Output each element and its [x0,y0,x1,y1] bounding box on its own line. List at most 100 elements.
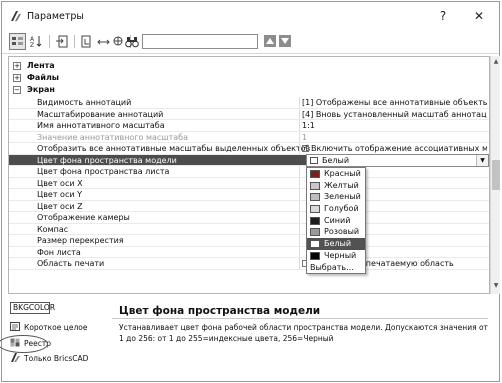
property-value[interactable]: [4] Вновь установленный масштаб аннотаци… [302,110,487,119]
dropdown-item-label: Белый [324,239,352,249]
color-combobox[interactable]: Белый ▼ [306,154,489,167]
property-row[interactable]: Фон листа [9,246,489,258]
description-text: Устанавливает цвет фона рабочей области … [119,323,488,343]
column-divider [299,166,300,177]
color-swatch [310,251,320,260]
dropdown-item-blue[interactable]: Синий [307,215,365,227]
property-row[interactable]: Видимость аннотаций [1] Отображены все а… [9,97,489,109]
close-button[interactable]: ✕ [466,6,492,26]
property-value[interactable]: [1] Отображены все аннотативные объекты [302,98,487,107]
scroll-down-icon[interactable]: ▼ [492,282,500,292]
column-divider [299,223,300,234]
property-name: Область печати [37,259,105,268]
toolbar-separator [49,35,50,48]
dropdown-item-green[interactable]: Зеленый [307,191,365,203]
arrow-up-icon [266,38,274,44]
column-divider [299,235,300,246]
alphabetical-view-icon: A Z [30,36,42,48]
import-button[interactable] [54,33,71,50]
variable-name: BKGCOLOR [10,302,55,314]
integer-type-icon [10,322,20,331]
variable-type-label: Короткое целое [24,323,88,332]
category-label: Экран [27,85,55,94]
checkbox-icon[interactable] [302,144,309,152]
property-row[interactable]: Размер перекрестия [9,235,489,247]
property-row[interactable]: Цвет фона пространства листа [9,166,489,178]
vertical-scrollbar[interactable]: ▲ ▼ [490,56,500,294]
help-button[interactable]: ? [430,6,456,26]
title-bar: Параметры ? ✕ [2,2,499,30]
property-row[interactable]: Цвет оси Z [9,200,489,212]
chevron-down-icon[interactable]: ▼ [476,155,488,166]
property-name: Фон листа [37,247,81,257]
property-row[interactable]: Имя аннотативного масштаба 1:1 [9,120,489,132]
settings-window: Параметры ? ✕ A Z + Лента + Файлы − Экра… [0,1,500,382]
property-row[interactable]: Масштабирование аннотаций [4] Вновь уста… [9,108,489,120]
import-icon [56,35,68,48]
binoculars-icon [125,36,139,47]
column-divider [299,189,300,200]
property-row[interactable]: Компас [9,223,489,235]
find-button[interactable] [123,33,141,50]
color-swatch [310,240,320,249]
toolbar: A Z [2,30,499,54]
property-name: Отобразить все аннотативные масштабы выд… [37,144,311,153]
search-input[interactable] [142,34,258,49]
property-value[interactable]: Включить отображение ассоциативных масшт [302,144,487,153]
color-swatch [310,193,320,202]
bricscad-logo-icon [11,11,21,21]
property-row[interactable]: Цвет оси X [9,177,489,189]
property-name: Компас [37,224,69,234]
search-previous-button[interactable] [264,35,276,47]
window-title: Параметры [27,11,84,22]
color-dropdown-list: Красный Желтый Зеленый Голубой Синий Роз… [306,167,366,275]
scroll-up-icon[interactable]: ▲ [492,58,500,68]
property-row[interactable]: Цвет оси Y [9,189,489,201]
dropdown-item-magenta[interactable]: Розовый [307,226,365,238]
property-name: Цвет оси X [37,178,83,188]
column-divider [299,200,300,211]
search-next-button[interactable] [279,35,291,47]
property-name: Значение аннотативного масштаба [37,132,189,142]
column-divider [299,120,300,131]
property-row[interactable]: Отобразить все аннотативные масштабы выд… [9,143,489,155]
dropdown-item-label: Черный [324,250,357,260]
dropdown-item-label: Розовый [324,227,360,237]
export-icon [81,35,91,48]
dropdown-item-select-color[interactable]: Выбрать... [307,262,365,274]
category-ribbon[interactable]: + Лента [9,60,489,72]
column-divider [299,246,300,257]
description-separator [112,318,488,319]
category-display[interactable]: − Экран [9,84,489,96]
settings-tree: + Лента + Файлы − Экран Видимость аннота… [8,56,490,294]
toolbar-separator [74,35,75,48]
column-divider [299,212,300,223]
link-arrows-icon [97,39,110,45]
expand-icon[interactable]: + [13,74,21,82]
dropdown-item-white[interactable]: Белый [307,238,365,250]
color-swatch [310,228,320,237]
dropdown-item-black[interactable]: Черный [307,250,365,262]
property-name: Видимость аннотаций [37,98,132,107]
dropdown-item-cyan[interactable]: Голубой [307,203,365,215]
combobox-value: Белый [322,156,350,165]
scrollbar-thumb[interactable] [492,160,500,190]
export-button[interactable] [79,33,96,50]
dropdown-item-red[interactable]: Красный [307,168,365,180]
property-value[interactable]: 1:1 [302,121,487,130]
property-name: Размер перекрестия [37,236,124,245]
arrow-down-icon [281,38,289,44]
description-title: Цвет фона пространства модели [119,305,321,317]
category-label: Файлы [27,73,60,82]
dropdown-item-label: Красный [324,169,361,178]
property-name: Отображение камеры [37,213,130,222]
collapse-icon[interactable]: − [13,86,21,94]
expand-icon[interactable]: + [13,62,21,70]
category-files[interactable]: + Файлы [9,72,489,84]
property-row[interactable]: Область печати Отображать печатаемую обл… [9,258,489,270]
variable-scope: Только BricsCAD [10,353,88,365]
alphabetical-view-button[interactable]: A Z [28,33,45,50]
categorized-view-button[interactable] [9,33,26,50]
property-row[interactable]: Отображение камеры [9,212,489,224]
dropdown-item-yellow[interactable]: Желтый [307,180,365,192]
